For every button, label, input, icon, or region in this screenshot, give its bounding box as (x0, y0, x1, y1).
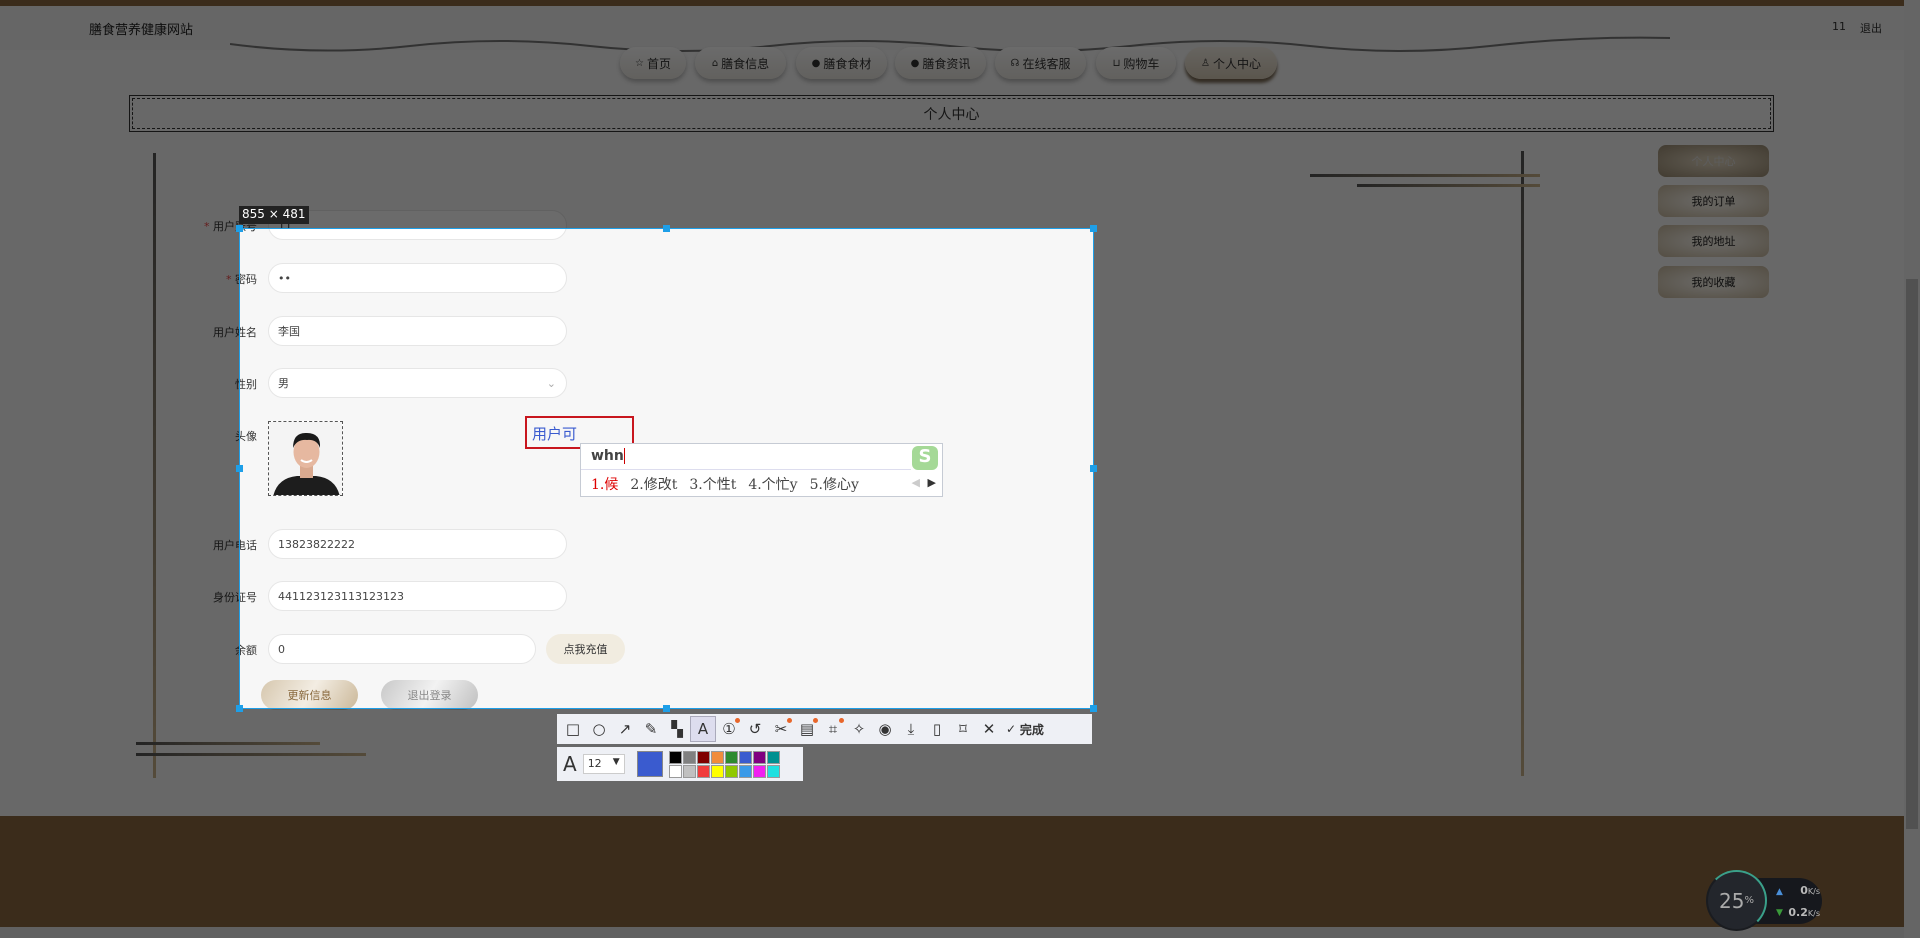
resize-handle[interactable] (236, 705, 243, 712)
color-swatch[interactable] (724, 750, 738, 764)
bookmark-icon[interactable]: ⌑ (950, 716, 976, 742)
resize-handle[interactable] (1090, 225, 1097, 232)
sogou-logo-icon: S (912, 446, 938, 470)
font-size-select[interactable]: 12 ▼ (582, 754, 625, 774)
resize-handle[interactable] (663, 705, 670, 712)
current-color-swatch[interactable] (636, 751, 663, 777)
color-swatch[interactable] (738, 750, 752, 764)
translate-icon[interactable]: ⌗ (820, 716, 846, 742)
capture-size-label: 855 × 481 (239, 206, 309, 224)
ime-candidates[interactable]: 1.候 2.修改t 3.个性t 4.个忙y 5.修心y (591, 474, 859, 494)
color-swatch[interactable] (682, 764, 696, 778)
ocr-icon[interactable]: ▤ (794, 716, 820, 742)
ime-candidate-window: whn S 1.候 2.修改t 3.个性t 4.个忙y 5.修心y ◀ ▶ (580, 443, 943, 497)
resize-handle[interactable] (236, 225, 243, 232)
ime-composition: whn (591, 448, 625, 464)
phone-icon[interactable]: ▯ (924, 716, 950, 742)
upload-speed: 0 (1800, 884, 1808, 897)
font-icon: A (563, 752, 577, 776)
cpu-percent: 25 (1719, 888, 1745, 913)
close-icon[interactable]: ✕ (976, 716, 1002, 742)
ime-candidate[interactable]: 5.修心y (810, 474, 859, 494)
network-speed-widget: 25% ▲ ▼ 0K/s 0.2K/s (1706, 870, 1822, 931)
text-options-bar: A 12 ▼ (557, 747, 803, 781)
download-speed: 0.2 (1788, 906, 1808, 919)
color-swatch[interactable] (738, 764, 752, 778)
ime-candidate[interactable]: 4.个忙y (748, 474, 797, 494)
resize-handle[interactable] (663, 225, 670, 232)
pin-icon[interactable]: ✧ (846, 716, 872, 742)
color-swatch[interactable] (752, 764, 766, 778)
color-swatch[interactable] (710, 750, 724, 764)
upload-arrow-icon: ▲ (1776, 887, 1783, 897)
text-tool-icon[interactable]: A (690, 716, 716, 742)
rectangle-icon[interactable]: □ (560, 716, 586, 742)
resize-handle[interactable] (236, 465, 243, 472)
color-swatch[interactable] (668, 764, 682, 778)
color-swatch[interactable] (766, 764, 780, 778)
color-swatch[interactable] (668, 750, 682, 764)
ime-candidate[interactable]: 2.修改t (630, 474, 677, 494)
pencil-icon[interactable]: ✎ (638, 716, 664, 742)
capture-toolbar: □ ○ ↗ ✎ ▚ A ① ↺ ✂ ▤ ⌗ ✧ ◉ ⤓ ▯ ⌑ ✕ ✓ 完成 (557, 714, 1092, 744)
arrow-icon[interactable]: ↗ (612, 716, 638, 742)
download-icon[interactable]: ⤓ (898, 716, 924, 742)
resize-handle[interactable] (1090, 465, 1097, 472)
color-swatch[interactable] (696, 764, 710, 778)
capture-dim-overlay (1094, 228, 1920, 709)
mosaic-icon[interactable]: ▚ (664, 716, 690, 742)
color-swatch[interactable] (696, 750, 710, 764)
record-icon[interactable]: ◉ (872, 716, 898, 742)
sidebar-item-favorites[interactable]: 我的收藏 (1658, 266, 1769, 298)
capture-dim-overlay (0, 228, 239, 709)
sidebar-item-orders[interactable]: 我的订单 (1658, 185, 1769, 217)
prev-page-icon[interactable]: ◀ (912, 476, 920, 489)
cut-icon[interactable]: ✂ (768, 716, 794, 742)
color-palette (668, 750, 780, 778)
download-arrow-icon: ▼ (1776, 908, 1783, 918)
color-swatch[interactable] (766, 750, 780, 764)
color-swatch[interactable] (752, 750, 766, 764)
site-title[interactable]: 膳食营养健康网站 (89, 19, 193, 38)
resize-handle[interactable] (1090, 705, 1097, 712)
sidebar-item-profile[interactable]: 个人中心 (1658, 145, 1769, 177)
number-marker-icon[interactable]: ① (716, 716, 742, 742)
done-button[interactable]: ✓ 完成 (1002, 716, 1048, 742)
sidebar-item-address[interactable]: 我的地址 (1658, 225, 1769, 257)
color-swatch[interactable] (710, 764, 724, 778)
color-swatch[interactable] (724, 764, 738, 778)
page-title: 个人中心 (129, 95, 1774, 132)
ellipse-icon[interactable]: ○ (586, 716, 612, 742)
color-swatch[interactable] (682, 750, 696, 764)
ime-candidate[interactable]: 1.候 (591, 474, 618, 494)
next-page-icon[interactable]: ▶ (928, 476, 936, 489)
undo-icon[interactable]: ↺ (742, 716, 768, 742)
ime-candidate[interactable]: 3.个性t (689, 474, 736, 494)
